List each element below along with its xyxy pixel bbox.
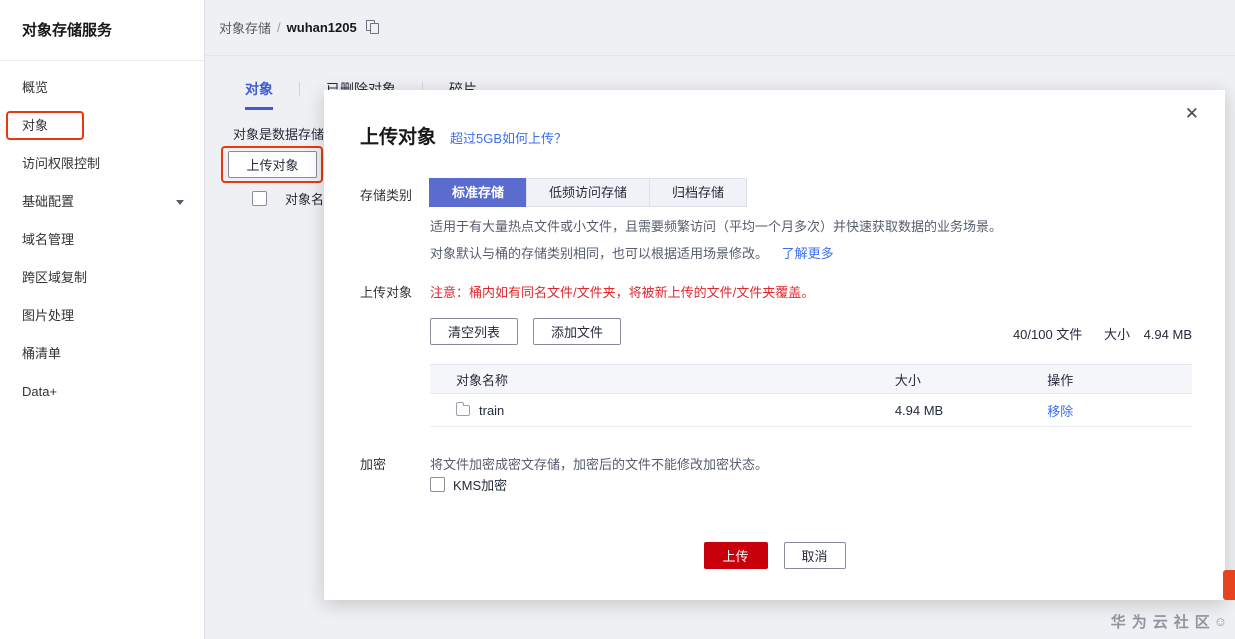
file-table-header: 对象名称 大小 操作 bbox=[430, 364, 1192, 394]
segment-standard-storage[interactable]: 标准存储 bbox=[429, 178, 528, 207]
sidebar-item-cross-region-replication[interactable]: 跨区域复制 bbox=[0, 259, 204, 297]
sidebar-menu: 概览 对象 访问权限控制 基础配置 域名管理 跨区域复制 图片处理 桶清单 Da… bbox=[0, 69, 204, 411]
header-size: 大小 bbox=[894, 372, 921, 388]
modal-title: 上传对象 bbox=[360, 127, 437, 148]
header-object-name: 对象名称 bbox=[456, 372, 509, 388]
close-icon[interactable]: ✕ bbox=[1185, 104, 1199, 124]
kms-encryption-label: KMS加密 bbox=[453, 478, 508, 493]
storage-class-label: 存储类别 bbox=[360, 188, 413, 203]
object-name-column-partial: 对象名 bbox=[285, 192, 325, 207]
total-size: 4.94 MB bbox=[1143, 327, 1192, 342]
upload-object-modal: ✕ 上传对象 超过5GB如何上传？ 存储类别 标准存储 低频访问存储 归档存储 … bbox=[324, 90, 1225, 600]
sidebar-item-overview[interactable]: 概览 bbox=[0, 69, 204, 107]
file-count: 40/100 文件 bbox=[1012, 327, 1083, 342]
storage-class-description-1: 适用于有大量热点文件或小文件，且需要频繁访问（平均一个月多次）并快速获取数据的业… bbox=[430, 219, 1003, 234]
segment-infrequent-access-storage[interactable]: 低频访问存储 bbox=[526, 178, 651, 207]
chevron-down-icon bbox=[176, 200, 184, 205]
breadcrumb-current: wuhan1205 bbox=[286, 20, 357, 35]
size-label: 大小 bbox=[1103, 327, 1130, 342]
select-all-checkbox[interactable] bbox=[252, 191, 267, 206]
breadcrumb: 对象存储 / wuhan1205 bbox=[205, 0, 1235, 56]
upload-submit-button[interactable]: 上传 bbox=[703, 542, 768, 569]
upload-object-label: 上传对象 bbox=[360, 285, 413, 300]
sidebar-item-basic-config-label: 基础配置 bbox=[22, 194, 75, 209]
tab-divider bbox=[299, 82, 300, 96]
storage-class-description-2-text: 对象默认与桶的存储类别相同，也可以根据适用场景修改。 bbox=[430, 246, 769, 261]
feedback-side-tab[interactable] bbox=[1223, 570, 1235, 600]
over-5gb-help-link[interactable]: 超过5GB如何上传？ bbox=[450, 128, 567, 147]
file-size-cell: 4.94 MB bbox=[894, 402, 944, 418]
sidebar-item-bucket-inventory[interactable]: 桶清单 bbox=[0, 335, 204, 373]
breadcrumb-separator: / bbox=[277, 20, 281, 35]
app-title: 对象存储服务 bbox=[0, 0, 204, 61]
sidebar-item-data-plus[interactable]: Data+ bbox=[0, 373, 204, 411]
header-operation: 操作 bbox=[1047, 372, 1074, 388]
objects-description-partial: 对象是数据存储的 bbox=[233, 127, 338, 142]
sidebar-item-domain-management[interactable]: 域名管理 bbox=[0, 221, 204, 259]
sidebar-item-objects[interactable]: 对象 bbox=[0, 107, 204, 145]
encryption-description: 将文件加密成密文存储，加密后的文件不能修改加密状态。 bbox=[430, 457, 769, 472]
remove-file-link[interactable]: 移除 bbox=[1047, 404, 1073, 419]
sidebar: 对象存储服务 概览 对象 访问权限控制 基础配置 域名管理 跨区域复制 图片处理… bbox=[0, 0, 205, 639]
encryption-label: 加密 bbox=[360, 457, 387, 472]
object-list-header-partial: 对象名 bbox=[252, 189, 324, 208]
smiley-icon: ☺ bbox=[1213, 614, 1227, 629]
copy-icon-front bbox=[369, 23, 379, 34]
sidebar-item-basic-config[interactable]: 基础配置 bbox=[0, 183, 204, 221]
tab-objects[interactable]: 对象 bbox=[245, 79, 273, 110]
file-name: train bbox=[479, 402, 505, 418]
watermark-text: 华为云社区 bbox=[1110, 614, 1216, 631]
clear-list-button[interactable]: 清空列表 bbox=[430, 318, 518, 345]
storage-class-segments: 标准存储 低频访问存储 归档存储 bbox=[429, 178, 748, 207]
segment-archive-storage[interactable]: 归档存储 bbox=[649, 178, 748, 207]
file-name-cell: train bbox=[430, 401, 895, 418]
modal-title-row: 上传对象 超过5GB如何上传？ bbox=[360, 122, 567, 149]
copy-icon[interactable] bbox=[365, 20, 380, 35]
add-files-button[interactable]: 添加文件 bbox=[533, 318, 621, 345]
upload-stats: 40/100 文件 大小 4.94 MB bbox=[1013, 324, 1192, 343]
folder-icon bbox=[456, 401, 470, 416]
file-table: 对象名称 大小 操作 train 4.94 MB 移除 bbox=[430, 364, 1192, 427]
sidebar-item-access-control[interactable]: 访问权限控制 bbox=[0, 145, 204, 183]
storage-class-description-2: 对象默认与桶的存储类别相同，也可以根据适用场景修改。 了解更多 bbox=[430, 243, 834, 262]
kms-row: KMS加密 bbox=[430, 475, 507, 494]
kms-encryption-checkbox[interactable] bbox=[430, 477, 445, 492]
table-row: train 4.94 MB 移除 bbox=[430, 394, 1192, 427]
breadcrumb-root[interactable]: 对象存储 bbox=[219, 18, 271, 37]
cancel-button[interactable]: 取消 bbox=[783, 542, 846, 569]
learn-more-link[interactable]: 了解更多 bbox=[782, 246, 834, 261]
sidebar-item-image-processing[interactable]: 图片处理 bbox=[0, 297, 204, 335]
modal-footer: 上传 取消 bbox=[324, 542, 1225, 569]
upload-object-button[interactable]: 上传对象 bbox=[228, 151, 317, 178]
overwrite-warning: 注意：桶内如有同名文件/文件夹，将被新上传的文件/文件夹覆盖。 bbox=[430, 285, 815, 300]
community-watermark: 华为云社区 ☺ bbox=[1111, 611, 1227, 632]
file-action-cell: 移除 bbox=[1047, 401, 1192, 420]
